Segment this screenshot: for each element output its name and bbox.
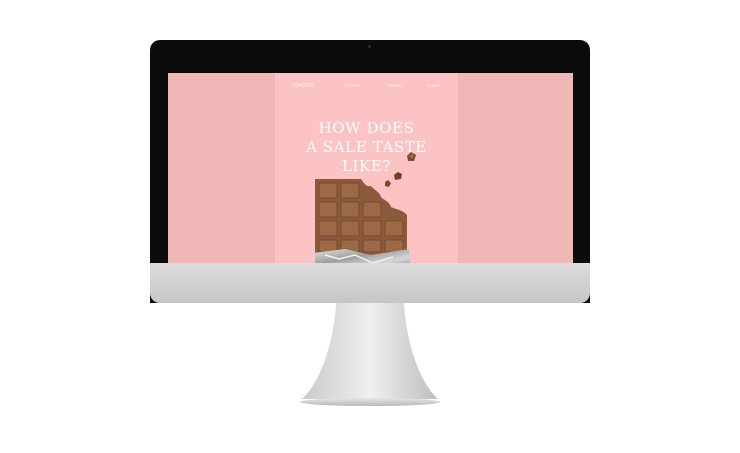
headline-line-3: LIKE? (341, 157, 392, 175)
monitor-frame (150, 263, 590, 406)
site-nav: CHOCO STORE TASTE SHOP (275, 73, 458, 93)
site-logo[interactable]: CHOCO (293, 83, 314, 89)
brand-logo-icon (364, 277, 376, 289)
chocolate-crumb-icon (407, 152, 416, 161)
nav-link-store[interactable]: STORE (345, 83, 360, 88)
chocolate-bar-illustration (315, 179, 411, 269)
headline-line-1: HOW DOES (318, 119, 415, 137)
monitor-chin (150, 263, 590, 303)
monitor-screen: CHOCO STORE TASTE SHOP HOW DOES A SALE T… (168, 73, 573, 269)
monitor-stand (300, 303, 440, 406)
hero-headline: HOW DOES A SALE TASTE LIKE? (275, 119, 458, 176)
website-page: CHOCO STORE TASTE SHOP HOW DOES A SALE T… (275, 73, 458, 269)
nav-link-shop[interactable]: SHOP (427, 83, 440, 88)
nav-link-taste[interactable]: TASTE (388, 83, 402, 88)
camera-icon (368, 45, 371, 48)
headline-line-2: A SALE TASTE (306, 138, 427, 156)
